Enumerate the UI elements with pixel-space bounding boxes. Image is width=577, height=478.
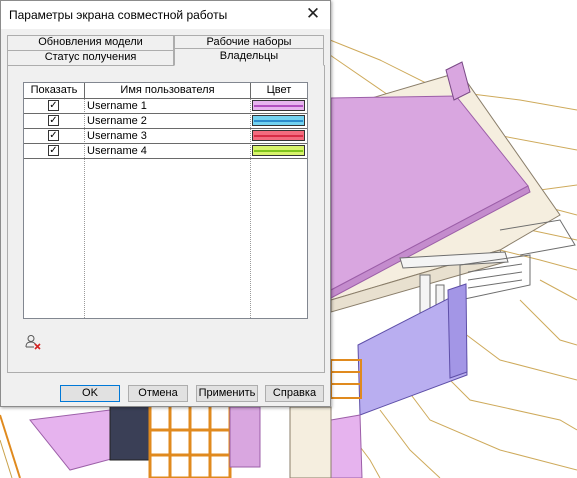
color-swatch-line — [254, 105, 303, 107]
column-header-show[interactable]: Показать — [24, 83, 85, 99]
column-header-username[interactable]: Имя пользователя — [85, 83, 251, 99]
color-swatch[interactable] — [252, 115, 305, 126]
show-checkbox[interactable]: ✓ — [48, 100, 59, 111]
color-swatch-line — [254, 135, 303, 137]
remove-user-icon — [25, 335, 41, 350]
apply-button[interactable]: Применить — [196, 385, 258, 402]
dialog-title: Параметры экрана совместной работы — [9, 8, 228, 22]
tab-fetch-status[interactable]: Статус получения — [7, 50, 174, 65]
color-swatch-line — [254, 120, 303, 122]
color-swatch[interactable] — [252, 100, 305, 111]
show-checkbox[interactable]: ✓ — [48, 130, 59, 141]
username-cell: Username 3 — [87, 130, 147, 142]
cancel-button[interactable]: Отмена — [128, 385, 188, 402]
username-cell: Username 1 — [87, 100, 147, 112]
username-cell: Username 4 — [87, 145, 147, 157]
table-row[interactable]: ✓ Username 2 — [24, 114, 307, 129]
ok-button[interactable]: OK — [60, 385, 120, 402]
show-checkbox[interactable]: ✓ — [48, 145, 59, 156]
tab-model-updates[interactable]: Обновления модели — [7, 35, 174, 50]
collaboration-display-settings-dialog: Параметры экрана совместной работы ✕ Обн… — [0, 0, 331, 407]
app-screen: Параметры экрана совместной работы ✕ Обн… — [0, 0, 577, 478]
title-bar[interactable]: Параметры экрана совместной работы ✕ — [1, 1, 330, 29]
remove-user-button[interactable] — [25, 334, 41, 350]
close-button[interactable]: ✕ — [296, 1, 330, 29]
tab-owners[interactable]: Владельцы — [174, 48, 324, 66]
table-row[interactable]: ✓ Username 4 — [24, 144, 307, 159]
username-cell: Username 2 — [87, 115, 147, 127]
color-swatch-line — [254, 150, 303, 152]
color-swatch[interactable] — [252, 145, 305, 156]
user-color-table: Показать Имя пользователя Цвет ✓ Usernam… — [23, 82, 308, 319]
column-header-color[interactable]: Цвет — [251, 83, 307, 99]
close-icon: ✕ — [305, 4, 321, 24]
table-row[interactable]: ✓ Username 3 — [24, 129, 307, 144]
color-swatch[interactable] — [252, 130, 305, 141]
help-button[interactable]: Справка — [265, 385, 324, 402]
table-row[interactable]: ✓ Username 1 — [24, 99, 307, 114]
show-checkbox[interactable]: ✓ — [48, 115, 59, 126]
